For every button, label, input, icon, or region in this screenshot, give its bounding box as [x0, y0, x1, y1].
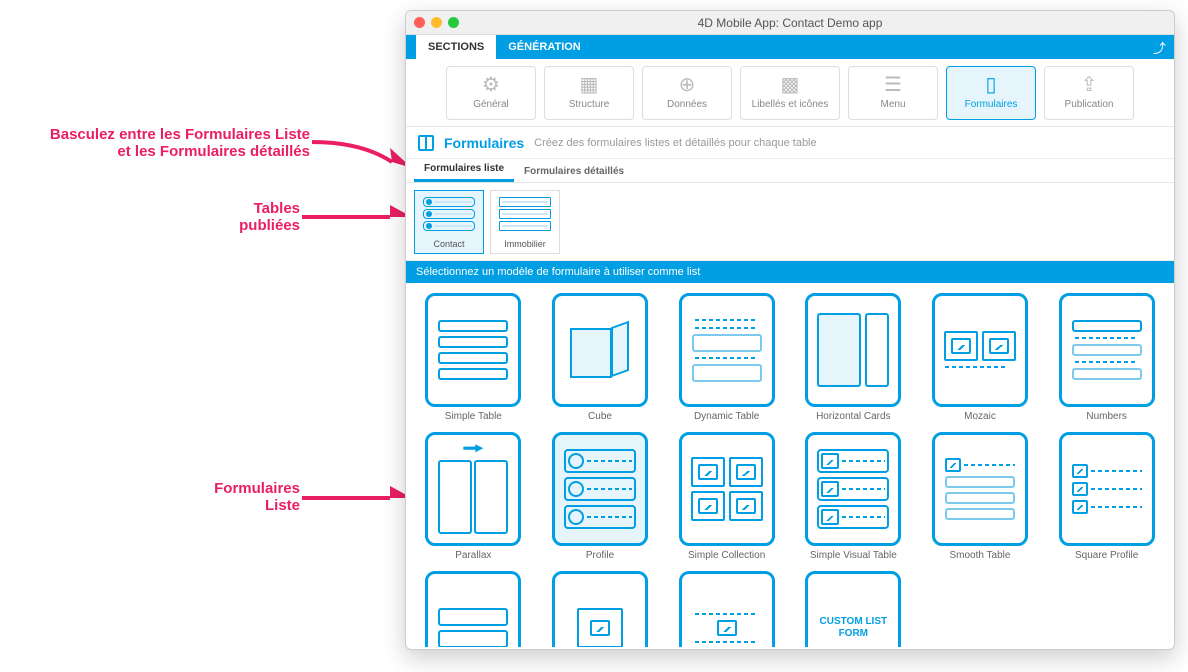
- share-icon[interactable]: ⤴: [1153, 38, 1166, 57]
- toolbar-structure[interactable]: ▦ Structure: [544, 66, 634, 120]
- upload-icon: ⇪: [1081, 75, 1098, 95]
- toolbar-menu[interactable]: ☰ Menu: [848, 66, 938, 120]
- template-item[interactable]: [543, 571, 658, 647]
- section-subtitle: Créez des formulaires listes et détaillé…: [534, 137, 816, 149]
- toolbar-publish[interactable]: ⇪ Publication: [1044, 66, 1134, 120]
- template-numbers[interactable]: Numbers: [1049, 293, 1164, 422]
- top-tabs: SECTIONS GÉNÉRATION ⤴: [406, 35, 1174, 59]
- arrow-icon: [302, 486, 418, 516]
- forms-icon: ▯: [985, 75, 996, 95]
- template-simple-collection[interactable]: Simple Collection: [669, 432, 784, 561]
- globe-icon: ⊕: [679, 75, 696, 95]
- toolbar-labels[interactable]: ▩ Libellés et icônes: [740, 66, 840, 120]
- template-square-profile[interactable]: Square Profile: [1049, 432, 1164, 561]
- template-simple-visual-table[interactable]: Simple Visual Table: [796, 432, 911, 561]
- annotation-tables: Tables publiées: [180, 200, 300, 234]
- app-window: 4D Mobile App: Contact Demo app SECTIONS…: [405, 10, 1175, 650]
- tab-sections[interactable]: SECTIONS: [416, 35, 496, 59]
- template-dynamic-table[interactable]: Dynamic Table: [669, 293, 784, 422]
- template-item[interactable]: [416, 571, 531, 647]
- template-profile[interactable]: Profile: [543, 432, 658, 561]
- template-horizontal-cards[interactable]: Horizontal Cards: [796, 293, 911, 422]
- toolbar-forms[interactable]: ▯ Formulaires: [946, 66, 1036, 120]
- structure-icon: ▦: [580, 75, 599, 95]
- grid-icon: ▩: [781, 75, 800, 95]
- toolbar-general[interactable]: ⚙ Général: [446, 66, 536, 120]
- table-card-immobilier[interactable]: Immobilier: [490, 190, 560, 254]
- gear-icon: ⚙: [482, 75, 500, 95]
- template-item[interactable]: [669, 571, 784, 647]
- templates-grid: Simple Table Cube Dynamic Table Horizont…: [416, 293, 1164, 647]
- template-mozaic[interactable]: Mozaic: [923, 293, 1038, 422]
- tab-form-detail[interactable]: Formulaires détaillés: [514, 161, 634, 182]
- arrow-icon: [302, 205, 418, 235]
- toolbar: ⚙ Général ▦ Structure ⊕ Données ▩ Libell…: [406, 59, 1174, 127]
- form-type-tabs: Formulaires liste Formulaires détaillés: [406, 159, 1174, 183]
- titlebar: 4D Mobile App: Contact Demo app: [406, 11, 1174, 35]
- tab-generation[interactable]: GÉNÉRATION: [496, 35, 593, 59]
- table-card-contact[interactable]: Contact: [414, 190, 484, 254]
- menu-icon: ☰: [884, 75, 902, 95]
- template-cube[interactable]: Cube: [543, 293, 658, 422]
- window-title: 4D Mobile App: Contact Demo app: [406, 16, 1174, 30]
- template-area: Sélectionnez un modèle de formulaire à u…: [406, 261, 1174, 647]
- annotation-switch: Basculez entre les Formulaires Liste et …: [10, 126, 310, 160]
- annotation-listforms: Formulaires Liste: [180, 480, 300, 514]
- table-thumb: [497, 195, 553, 237]
- template-simple-table[interactable]: Simple Table: [416, 293, 531, 422]
- template-parallax[interactable]: Parallax: [416, 432, 531, 561]
- forms-section-icon: [418, 135, 434, 151]
- template-header: Sélectionnez un modèle de formulaire à u…: [406, 261, 1174, 283]
- templates-scroll[interactable]: Simple Table Cube Dynamic Table Horizont…: [406, 283, 1174, 647]
- table-thumb: [421, 195, 477, 237]
- section-title: Formulaires: [444, 135, 524, 151]
- template-smooth-table[interactable]: Smooth Table: [923, 432, 1038, 561]
- toolbar-data[interactable]: ⊕ Données: [642, 66, 732, 120]
- template-custom[interactable]: CUSTOM LIST FORM: [796, 571, 911, 647]
- tab-form-list[interactable]: Formulaires liste: [414, 158, 514, 182]
- arrow-icon: [312, 134, 418, 174]
- published-tables: Contact Immobilier: [406, 183, 1174, 261]
- section-header: Formulaires Créez des formulaires listes…: [406, 127, 1174, 159]
